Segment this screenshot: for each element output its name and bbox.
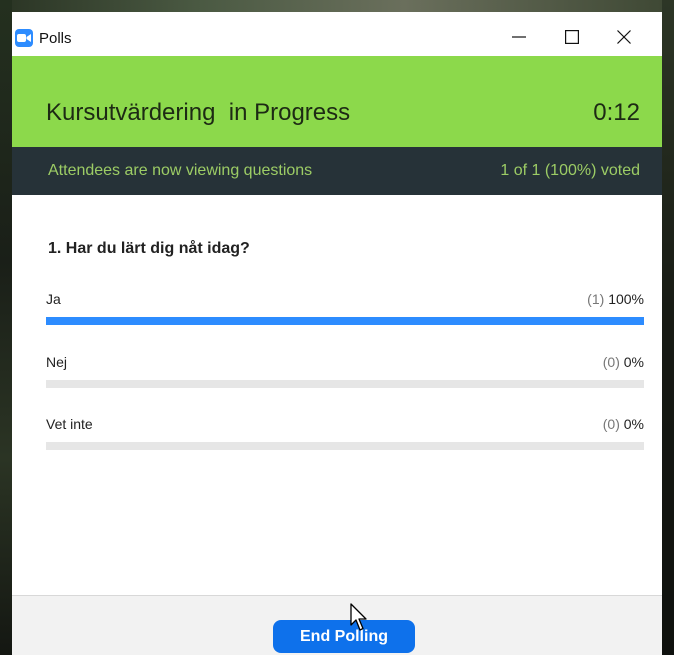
window-title: Polls — [39, 30, 72, 47]
close-icon — [617, 30, 631, 44]
poll-results[interactable]: 1. Har du lärt dig nåt idag? Ja (1) 100%… — [12, 195, 662, 595]
answer-row: Vet inte (0) 0% — [46, 415, 644, 455]
polls-window: Polls Kursutvärdering in Progress 0:12 A… — [12, 12, 662, 655]
answer-percent: 100% — [608, 291, 644, 307]
zoom-camera-icon — [15, 29, 33, 47]
maximize-icon — [565, 30, 579, 44]
answer-label: Vet inte — [46, 416, 93, 432]
result-bar-track — [46, 317, 644, 325]
answer-count: (0) — [602, 354, 620, 370]
title-bar[interactable]: Polls — [12, 12, 662, 56]
question-text: 1. Har du lärt dig nåt idag? — [48, 240, 250, 257]
status-bar: Attendees are now viewing questions 1 of… — [12, 147, 662, 195]
status-message: Attendees are now viewing questions — [48, 162, 313, 179]
poll-header: Kursutvärdering in Progress 0:12 — [12, 56, 662, 147]
desktop-background-right — [662, 0, 674, 655]
close-button[interactable] — [602, 22, 646, 52]
answer-result: (0) 0% — [603, 415, 644, 433]
poll-footer: End Polling — [12, 595, 662, 655]
poll-timer: 0:12 — [593, 99, 640, 126]
answer-label: Ja — [46, 291, 61, 307]
end-polling-button[interactable]: End Polling — [273, 620, 415, 653]
answer-result: (0) 0% — [603, 353, 644, 371]
answer-percent: 0% — [623, 354, 644, 370]
minimize-icon — [512, 36, 526, 38]
result-bar-track — [46, 380, 644, 388]
desktop-background — [0, 0, 674, 12]
maximize-button[interactable] — [550, 22, 594, 52]
desktop-background-left — [0, 0, 12, 655]
result-bar-fill — [46, 317, 644, 325]
answer-result: (1) 100% — [587, 290, 644, 308]
result-bar-track — [46, 442, 644, 450]
answer-label: Nej — [46, 354, 68, 370]
answer-row: Nej (0) 0% — [46, 353, 644, 393]
minimize-button[interactable] — [497, 22, 541, 52]
mouse-cursor-icon — [350, 603, 367, 631]
answer-count: (0) — [602, 416, 620, 432]
answer-count: (1) — [587, 291, 605, 307]
vote-count: 1 of 1 (100%) voted — [500, 162, 640, 179]
answer-percent: 0% — [623, 416, 644, 432]
poll-title: Kursutvärdering in Progress — [46, 99, 351, 126]
answer-row: Ja (1) 100% — [46, 290, 644, 330]
